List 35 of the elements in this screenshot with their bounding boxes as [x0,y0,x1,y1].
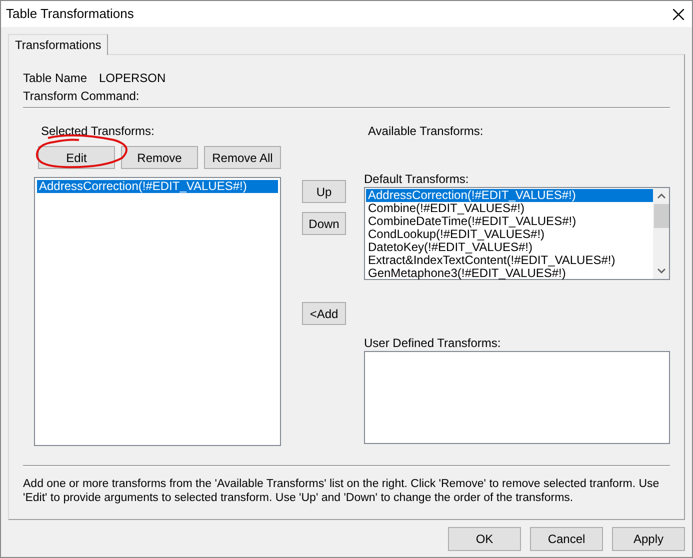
action-button[interactable]: Edit [38,146,115,169]
dialog-button[interactable]: Cancel [530,527,603,551]
scrollbar[interactable] [653,188,669,279]
list-item[interactable]: CondLookup(!#EDIT_VALUES#!) [366,228,653,241]
list-item[interactable]: GenMetaphone3(!#EDIT_VALUES#!) [366,267,653,280]
scroll-up-icon[interactable] [656,193,666,199]
list-item[interactable]: CombineDateTime(!#EDIT_VALUES#!) [366,215,653,228]
action-button[interactable]: Remove [121,146,198,169]
move-button[interactable]: <Add [302,302,346,325]
list-item[interactable]: AddressCorrection(!#EDIT_VALUES#!) [366,189,653,202]
list-item[interactable]: DatetoKey(!#EDIT_VALUES#!) [366,241,653,254]
tab[interactable]: Transformations [8,34,108,55]
default-transforms-label: Default Transforms: [364,171,470,187]
scrollbar-thumb[interactable] [654,204,668,228]
user-defined-transforms-label: User Defined Transforms: [364,335,502,351]
transform-command-label: Transform Command: [23,88,140,105]
table-name-value: LOPERSON [99,70,166,87]
window-title: Table Transformations [6,5,134,24]
available-transforms-label: Available Transforms: [367,123,484,139]
list-item[interactable]: Extract&IndexTextContent(!#EDIT_VALUES#!) [366,254,653,267]
list-item[interactable]: AddressCorrection(!#EDIT_VALUES#!) [37,180,278,193]
selected-transforms-label: Selected Transforms: [40,123,156,139]
list-item[interactable]: Combine(!#EDIT_VALUES#!) [366,202,653,215]
help-text: Add one or more transforms from the 'Available Transforms' list on the right. Click 'Remove' to remove selected tranform. Use 'Edit' to provide arguments to selected transform. Use 'Up' and 'Down' to change the order of the transforms. [23,477,660,505]
close-icon[interactable] [673,8,684,20]
dialog-button[interactable]: Apply [612,527,685,551]
user-defined-transforms-list[interactable] [364,351,670,444]
move-button[interactable]: Up [302,180,346,203]
move-button[interactable]: Down [302,212,346,235]
action-button[interactable]: Remove All [204,146,281,169]
selected-transforms-list[interactable]: AddressCorrection(!#EDIT_VALUES#!) [34,177,281,446]
scroll-down-icon[interactable] [656,268,666,274]
default-transforms-list[interactable] [364,187,670,280]
table-name-label: Table Name [23,70,88,87]
dialog-button[interactable]: OK [448,527,521,551]
